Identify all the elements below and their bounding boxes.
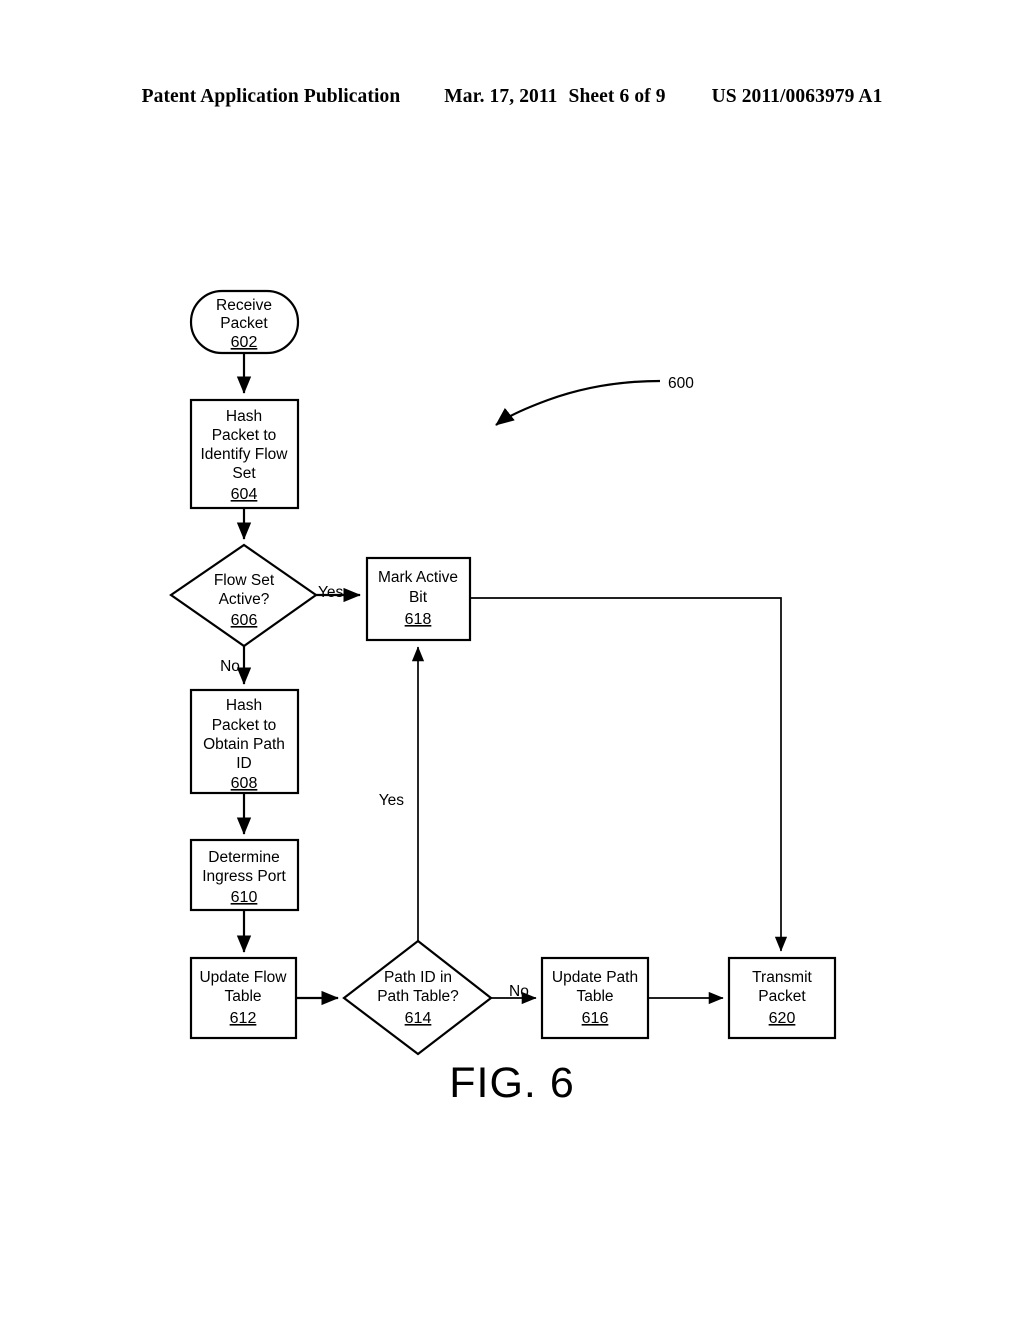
node-612-line-1: Update Flow [199, 969, 287, 986]
flowchart-diagram: Receive Packet 602 Hash Packet to Identi… [169, 289, 837, 1056]
node-612-ref: 612 [230, 1010, 257, 1027]
node-608-line-4: ID [236, 755, 252, 772]
node-606-line-2: Active? [219, 591, 270, 608]
figure-reference-lead: 600 [495, 375, 694, 426]
node-update-flow-table: Update Flow Table 612 [189, 956, 298, 1040]
node-614-ref: 614 [405, 1010, 432, 1027]
node-608-ref: 608 [231, 775, 258, 792]
node-604-ref: 604 [231, 486, 258, 503]
edge-label-yes-614: Yes [379, 792, 405, 809]
node-610-line-1: Determine [208, 849, 280, 866]
node-618-ref: 618 [405, 611, 432, 628]
node-620-line-1: Transmit [752, 969, 812, 986]
node-hash-packet-identify-flow-set: Hash Packet to Identify Flow Set 604 [189, 398, 300, 510]
node-616-line-2: Table [576, 988, 613, 1005]
node-604-line-1: Hash [226, 408, 262, 425]
figure-6: Receive Packet 602 Hash Packet to Identi… [0, 0, 1024, 1320]
node-602-ref: 602 [231, 334, 258, 351]
node-620-line-2: Packet [758, 988, 806, 1005]
node-update-path-table: Update Path Table 616 [540, 956, 650, 1040]
node-602-line-2: Packet [220, 315, 268, 332]
node-616-ref: 616 [582, 1010, 609, 1027]
node-618-line-1: Mark Active [378, 569, 458, 586]
figure-caption: FIG. 6 [0, 1059, 1024, 1108]
node-610-ref: 610 [231, 889, 258, 906]
node-606-ref: 606 [231, 612, 258, 629]
node-602-line-1: Receive [216, 297, 272, 314]
node-flow-set-active-decision: Flow Set Active? 606 [169, 543, 318, 648]
node-616-line-1: Update Path [552, 969, 638, 986]
node-606-line-1: Flow Set [214, 572, 275, 589]
node-path-id-in-path-table-decision: Path ID in Path Table? 614 [342, 939, 493, 1056]
node-hash-packet-obtain-path-id: Hash Packet to Obtain Path ID 608 [189, 688, 300, 795]
connector-618-to-620 [470, 597, 788, 952]
node-604-line-4: Set [232, 465, 256, 482]
node-608-line-3: Obtain Path [203, 736, 285, 753]
edge-label-no-614: No [509, 983, 529, 1000]
node-614-line-2: Path Table? [377, 988, 459, 1005]
node-604-line-3: Identify Flow [200, 446, 288, 463]
lead-line-600 [495, 379, 661, 426]
figure-ref-600: 600 [668, 375, 694, 392]
node-mark-active-bit: Mark Active Bit 618 [365, 556, 472, 642]
patent-figure-page: Patent Application Publication Mar. 17, … [0, 0, 1024, 1320]
node-612-line-2: Table [224, 988, 261, 1005]
edge-label-no-606: No [220, 658, 240, 675]
edge-label-yes-606: Yes [318, 584, 344, 601]
node-608-line-1: Hash [226, 697, 262, 714]
node-620-ref: 620 [769, 1010, 796, 1027]
node-610-line-2: Ingress Port [202, 868, 286, 885]
node-transmit-packet: Transmit Packet 620 [727, 956, 837, 1040]
node-618-line-2: Bit [409, 589, 428, 606]
node-608-line-2: Packet to [212, 717, 277, 734]
node-604-line-2: Packet to [212, 427, 277, 444]
node-receive-packet: Receive Packet 602 [189, 289, 300, 355]
node-determine-ingress-port: Determine Ingress Port 610 [189, 838, 300, 912]
figure-caption-text: FIG. 6 [449, 1059, 575, 1107]
node-614-line-1: Path ID in [384, 969, 452, 986]
